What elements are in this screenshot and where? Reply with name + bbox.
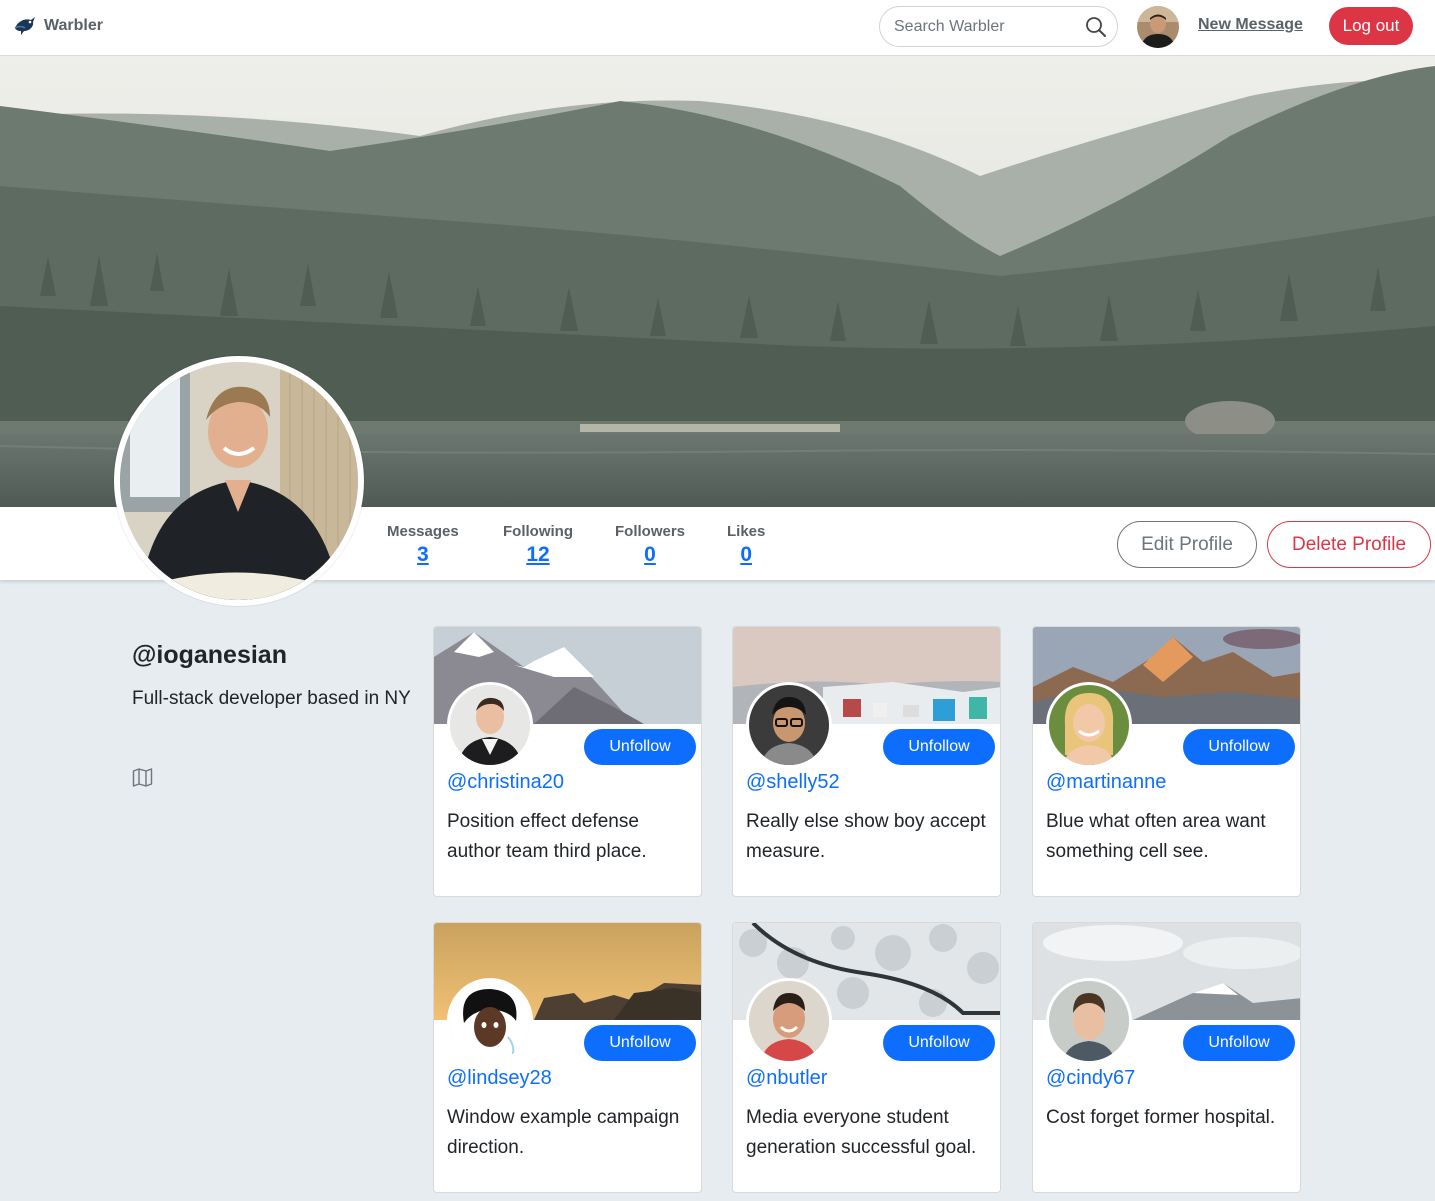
search-box [879, 6, 1118, 47]
stat-likes: Likes 0 [727, 523, 765, 567]
current-user-avatar[interactable] [1137, 6, 1179, 48]
brand-name: Warbler [44, 17, 103, 34]
followers-count-link[interactable]: 0 [615, 543, 685, 567]
user-handle-link[interactable]: @nbutler [746, 1067, 827, 1090]
user-card: Unfollow @martinanne Blue what often are… [1032, 626, 1301, 897]
stat-label: Messages [387, 523, 459, 540]
user-avatar[interactable] [746, 682, 832, 768]
user-bio: Really else show boy accept measure. [746, 811, 986, 862]
user-bio: Blue what often area want something cell… [1046, 811, 1266, 862]
user-bio: Cost forget former hospital. [1046, 1107, 1276, 1128]
logout-button[interactable]: Log out [1329, 7, 1413, 45]
user-card: Unfollow @lindsey28 Window example campa… [433, 922, 702, 1193]
user-avatar[interactable] [1046, 978, 1132, 1064]
stat-followers: Followers 0 [615, 523, 685, 567]
edit-profile-button[interactable]: Edit Profile [1117, 521, 1257, 568]
user-handle-link[interactable]: @lindsey28 [447, 1067, 552, 1090]
following-count-link[interactable]: 12 [503, 543, 573, 567]
search-input[interactable] [894, 17, 1079, 37]
unfollow-button[interactable]: Unfollow [1183, 1025, 1295, 1061]
profile-avatar [114, 356, 364, 606]
user-card: Unfollow @cindy67 Cost forget former hos… [1032, 922, 1301, 1193]
user-avatar[interactable] [1046, 682, 1132, 768]
user-avatar[interactable] [447, 682, 533, 768]
unfollow-button[interactable]: Unfollow [883, 729, 995, 765]
profile-username: @ioganesian [132, 641, 287, 669]
warbler-logo-icon [14, 17, 35, 35]
user-card: Unfollow @nbutler Media everyone student… [732, 922, 1001, 1193]
unfollow-button[interactable]: Unfollow [584, 1025, 696, 1061]
stat-messages: Messages 3 [387, 523, 459, 567]
user-handle-link[interactable]: @martinanne [1046, 771, 1166, 794]
likes-count-link[interactable]: 0 [727, 543, 765, 567]
user-handle-link[interactable]: @shelly52 [746, 771, 840, 794]
user-card: Unfollow @shelly52 Really else show boy … [732, 626, 1001, 897]
user-card: Unfollow @christina20 Position effect de… [433, 626, 702, 897]
user-handle-link[interactable]: @christina20 [447, 771, 564, 794]
profile-bio: Full-stack developer based in NY [132, 688, 411, 709]
new-message-link[interactable]: New Message [1198, 16, 1303, 34]
user-avatar[interactable] [447, 978, 533, 1064]
navbar: Warbler New Message Log out [0, 0, 1435, 56]
stat-following: Following 12 [503, 523, 573, 567]
user-bio: Window example campaign direction. [447, 1107, 680, 1158]
unfollow-button[interactable]: Unfollow [1183, 729, 1295, 765]
stat-label: Following [503, 523, 573, 540]
stat-label: Followers [615, 523, 686, 540]
stat-label: Likes [727, 523, 766, 540]
unfollow-button[interactable]: Unfollow [883, 1025, 995, 1061]
user-bio: Position effect defense author team thir… [447, 811, 647, 862]
search-icon[interactable] [1085, 16, 1107, 38]
map-icon [132, 768, 153, 787]
brand-link[interactable]: Warbler [12, 12, 103, 40]
unfollow-button[interactable]: Unfollow [584, 729, 696, 765]
delete-profile-button[interactable]: Delete Profile [1267, 521, 1431, 568]
user-bio: Media everyone student generation succes… [746, 1107, 977, 1158]
messages-count-link[interactable]: 3 [387, 543, 459, 567]
user-avatar[interactable] [746, 978, 832, 1064]
user-handle-link[interactable]: @cindy67 [1046, 1067, 1135, 1090]
